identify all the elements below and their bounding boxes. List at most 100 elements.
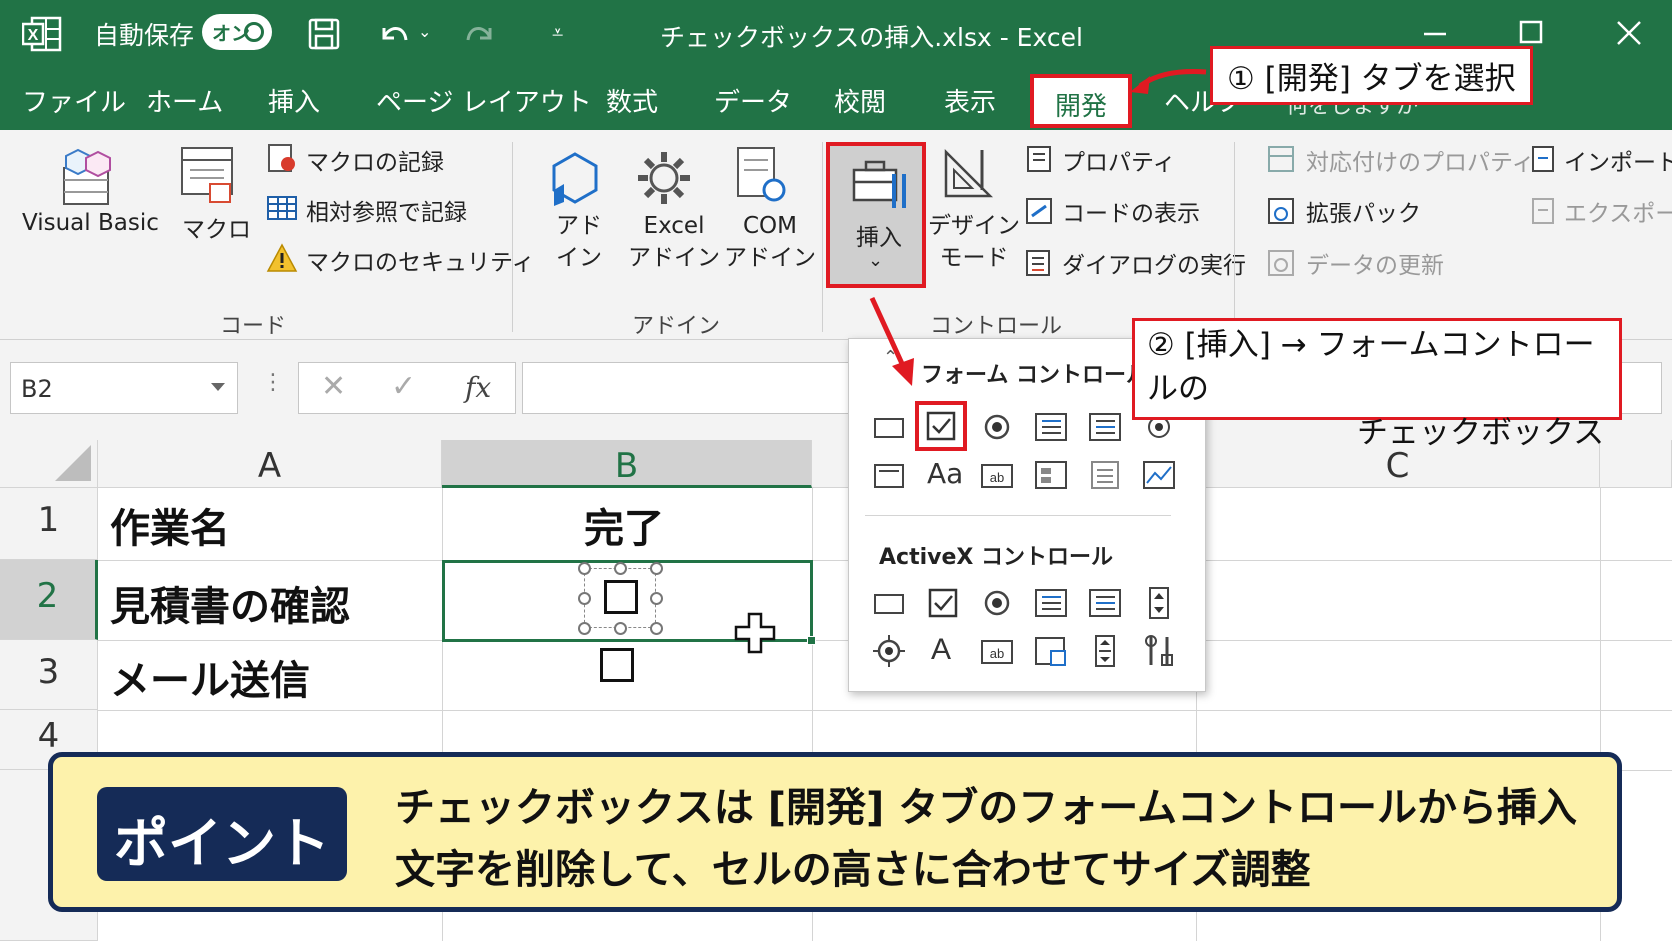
record-macro-icon	[268, 144, 295, 172]
insert-function-icon[interactable]: fx	[465, 371, 491, 404]
cell-b1[interactable]: 完了	[584, 496, 664, 554]
activex-image-icon[interactable]	[1033, 633, 1069, 669]
combo-list-edit-icon[interactable]	[1033, 457, 1069, 493]
resize-handle[interactable]	[614, 622, 627, 635]
design-mode-line2[interactable]: モード	[940, 245, 1009, 271]
text-field-icon[interactable]: ab	[979, 457, 1015, 493]
close-icon[interactable]	[1604, 10, 1654, 56]
resize-handle[interactable]	[650, 592, 663, 605]
activex-button-icon[interactable]	[871, 585, 907, 621]
undo-icon[interactable]	[374, 14, 414, 54]
relative-reference-icon	[267, 196, 297, 220]
view-code-button[interactable]: コードの表示	[1062, 194, 1200, 228]
resize-handle[interactable]	[650, 562, 663, 575]
group-box-icon[interactable]	[871, 457, 907, 493]
group-label-controls: コントロール	[930, 314, 1063, 339]
cancel-entry-icon[interactable]: ✕	[321, 369, 346, 404]
checkbox-control-selected[interactable]	[578, 560, 664, 636]
form-checkbox-highlight[interactable]	[915, 401, 967, 451]
addin-button-line2[interactable]: イン	[556, 245, 602, 271]
save-icon[interactable]	[304, 14, 344, 54]
macro-button[interactable]: マクロ	[182, 210, 251, 244]
export-button[interactable]: エクスポート	[1564, 194, 1672, 228]
tab-file[interactable]: ファイル	[22, 82, 126, 119]
row-header-2[interactable]: 2	[0, 560, 98, 640]
label-control-icon[interactable]: Aa	[927, 457, 963, 490]
activex-option-button-icon[interactable]	[979, 585, 1015, 621]
row-header-3[interactable]: 3	[0, 640, 98, 710]
column-header-a[interactable]: A	[98, 440, 442, 488]
map-properties-button[interactable]: 対応付けのプロパティ	[1306, 143, 1535, 177]
excel-addin-button-line2[interactable]: アドイン	[628, 245, 720, 271]
resize-handle[interactable]	[578, 562, 591, 575]
tab-formulas[interactable]: 数式	[606, 82, 658, 119]
cell-a3[interactable]: メール送信	[110, 648, 310, 706]
properties-button[interactable]: プロパティ	[1062, 143, 1176, 177]
import-button[interactable]: インポート	[1564, 143, 1672, 177]
button-control-icon[interactable]	[871, 409, 907, 445]
name-box-value: B2	[21, 375, 53, 403]
svg-text:X: X	[28, 27, 39, 44]
resize-handle[interactable]	[614, 562, 627, 575]
addin-button-line1[interactable]: アド	[556, 213, 602, 239]
confirm-entry-icon[interactable]: ✓	[391, 369, 416, 404]
resize-handle[interactable]	[578, 622, 591, 635]
tab-view[interactable]: 表示	[944, 82, 996, 119]
column-header-b[interactable]: B	[442, 440, 812, 488]
scroll-bar-chart-icon[interactable]	[1141, 457, 1177, 493]
customize-qat-icon[interactable]: ⩡	[552, 20, 592, 60]
tab-developer[interactable]: 開発	[1030, 74, 1132, 128]
checkbox-b3[interactable]	[600, 648, 634, 682]
relative-reference-button[interactable]: 相対参照で記録	[306, 193, 467, 227]
column-header-d[interactable]	[1600, 440, 1672, 488]
run-dialog-button[interactable]: ダイアログの実行	[1062, 246, 1246, 280]
move-cursor-icon	[734, 612, 776, 654]
more-options-icon[interactable]: ⋮	[262, 370, 284, 395]
design-mode-line1[interactable]: デザイン	[928, 213, 1020, 239]
row-header-1[interactable]: 1	[0, 488, 98, 560]
record-macro-button[interactable]: マクロの記録	[306, 143, 444, 177]
activex-combo-box-icon[interactable]	[1087, 585, 1123, 621]
name-box-dropdown-icon[interactable]	[211, 383, 225, 391]
undo-dropdown-icon[interactable]: ⌄	[418, 22, 458, 62]
cell-a2[interactable]: 見積書の確認	[110, 574, 350, 632]
name-box[interactable]: B2	[10, 362, 238, 414]
activex-spin-button-icon[interactable]	[1141, 585, 1177, 621]
export-icon	[1532, 198, 1554, 224]
tab-insert[interactable]: 挿入	[268, 82, 320, 119]
insert-control-button[interactable]: 挿入 ⌄	[826, 142, 926, 288]
redo-icon[interactable]	[460, 14, 500, 54]
tab-data[interactable]: データ	[714, 82, 792, 119]
warning-icon	[266, 243, 298, 272]
view-code-icon	[1026, 198, 1052, 224]
activex-more-controls-icon[interactable]	[871, 633, 907, 669]
refresh-data-button[interactable]: データの更新	[1306, 246, 1444, 280]
list-box-icon[interactable]	[1033, 409, 1069, 445]
checkbox-b2[interactable]	[604, 580, 638, 614]
activex-scroll-bar-icon[interactable]	[1087, 633, 1123, 669]
point-line-2: 文字を削除して、セルの高さに合わせてサイズ調整	[395, 847, 1311, 893]
tab-home[interactable]: ホーム	[146, 82, 223, 119]
visual-basic-button[interactable]: Visual Basic	[22, 210, 159, 236]
resize-handle[interactable]	[578, 592, 591, 605]
activex-list-box-icon[interactable]	[1033, 585, 1069, 621]
com-addin-button-line1[interactable]: COM	[743, 213, 797, 239]
autosave-toggle[interactable]: オン	[202, 14, 272, 50]
activex-text-box-icon[interactable]: ab	[979, 633, 1015, 669]
combo-dropdown-edit-icon[interactable]	[1087, 457, 1123, 493]
activex-label-icon[interactable]: A	[931, 633, 951, 667]
com-addin-button-line2[interactable]: アドイン	[724, 245, 816, 271]
activex-tools-icon[interactable]	[1141, 633, 1177, 669]
fill-handle[interactable]	[807, 636, 816, 645]
activex-checkbox-icon[interactable]	[925, 585, 961, 621]
select-all-corner[interactable]	[0, 440, 98, 488]
macro-security-button[interactable]: マクロのセキュリティ	[306, 243, 535, 277]
expansion-pack-button[interactable]: 拡張パック	[1306, 194, 1421, 228]
resize-handle[interactable]	[650, 622, 663, 635]
tab-page-layout[interactable]: ページ レイアウト	[376, 82, 592, 119]
combo-box-icon[interactable]	[1087, 409, 1123, 445]
excel-addin-button-line1[interactable]: Excel	[644, 213, 705, 239]
cell-a1[interactable]: 作業名	[110, 496, 230, 554]
option-button-icon[interactable]	[979, 409, 1015, 445]
tab-review[interactable]: 校閲	[834, 82, 886, 119]
